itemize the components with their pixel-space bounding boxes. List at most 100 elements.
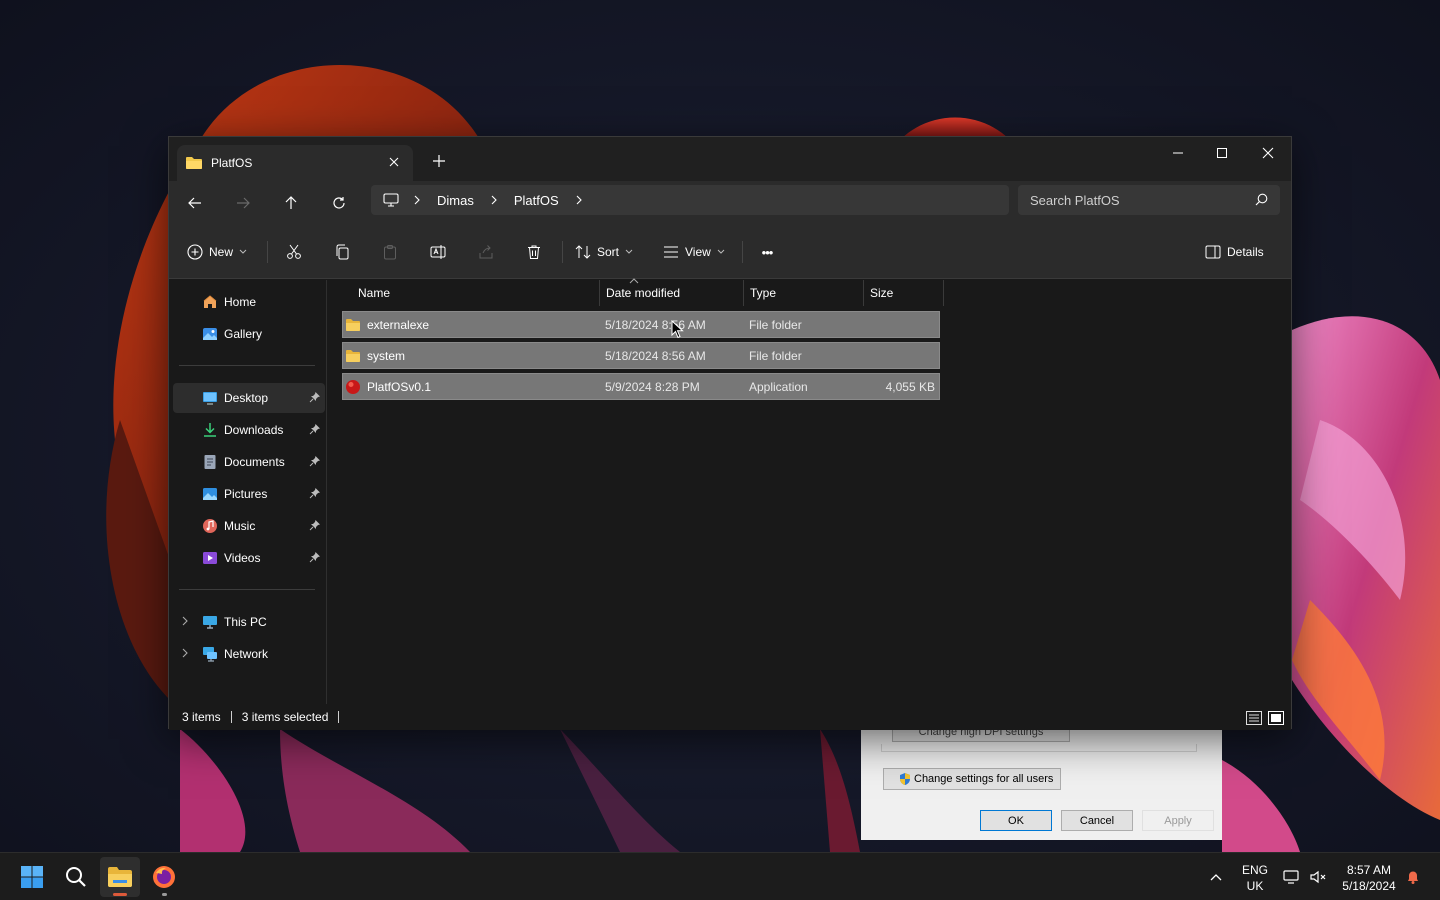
more-options-icon[interactable]: ••• (751, 237, 783, 267)
network-icon (202, 646, 218, 662)
sidebar-item-desktop[interactable]: Desktop (173, 383, 325, 413)
app-icon (346, 379, 360, 394)
status-bar: 3 items 3 items selected (169, 704, 1291, 730)
address-bar[interactable]: Dimas PlatfOS (371, 185, 1009, 215)
tab-title: PlatfOS (211, 156, 253, 170)
search-taskbar-button[interactable] (56, 857, 96, 897)
file-name: PlatfOSv0.1 (367, 379, 432, 394)
chevron-right-icon[interactable] (181, 648, 189, 658)
minimize-icon[interactable] (1155, 137, 1201, 169)
column-header-label: Date modified (606, 286, 681, 300)
volume-muted-icon[interactable] (1306, 857, 1330, 897)
document-icon (202, 454, 218, 470)
cut-icon[interactable] (278, 237, 310, 267)
show-hidden-icons-button[interactable] (1198, 857, 1234, 897)
rename-icon[interactable] (422, 237, 454, 267)
sidebar-item-documents[interactable]: Documents (173, 447, 325, 477)
new-tab-icon[interactable] (429, 151, 449, 171)
up-arrow-icon[interactable] (275, 189, 307, 217)
back-arrow-icon[interactable] (179, 189, 211, 217)
file-row[interactable]: externalexe 5/18/2024 8:56 AM File folde… (342, 311, 940, 338)
notification-bell-icon[interactable] (1400, 857, 1426, 897)
chevron-right-icon (576, 195, 582, 205)
sidebar-item-label: This PC (224, 615, 267, 629)
sidebar-item-videos[interactable]: Videos (173, 543, 325, 573)
start-button[interactable] (12, 857, 52, 897)
close-icon[interactable] (1245, 137, 1291, 169)
sort-button[interactable]: Sort (575, 237, 633, 267)
large-icons-view-icon[interactable] (1266, 709, 1286, 727)
column-header-date[interactable]: Date modified (600, 280, 744, 306)
change-settings-all-users-button[interactable]: Change settings for all users (883, 768, 1061, 790)
file-type: File folder (749, 348, 802, 363)
paste-icon[interactable] (374, 237, 406, 267)
folder-icon (186, 157, 202, 169)
delete-icon[interactable] (518, 237, 550, 267)
pin-icon[interactable] (309, 551, 321, 563)
column-header-size[interactable]: Size (864, 280, 944, 306)
file-type: File folder (749, 317, 802, 332)
chevron-down-icon (239, 249, 247, 254)
sidebar-item-this-pc[interactable]: This PC (173, 607, 325, 637)
pin-icon[interactable] (309, 423, 321, 435)
column-header-type[interactable]: Type (744, 280, 864, 306)
new-button[interactable]: New (187, 237, 247, 267)
copy-icon[interactable] (326, 237, 358, 267)
breadcrumb-dimas[interactable]: Dimas (437, 193, 474, 208)
tab-platfos[interactable]: PlatfOS (177, 145, 413, 181)
sidebar-item-downloads[interactable]: Downloads (173, 415, 325, 445)
sidebar-item-home[interactable]: Home (173, 287, 325, 317)
chevron-right-icon[interactable] (181, 616, 189, 626)
pin-icon[interactable] (309, 487, 321, 499)
search-box[interactable] (1018, 185, 1280, 215)
clock[interactable]: 8:57 AM 5/18/2024 (1336, 862, 1402, 894)
maximize-icon[interactable] (1199, 137, 1245, 169)
file-name-cell: PlatfOSv0.1 (345, 374, 431, 399)
music-icon (202, 518, 218, 534)
cancel-button[interactable]: Cancel (1061, 810, 1133, 831)
pin-icon[interactable] (309, 455, 321, 467)
apply-button[interactable]: Apply (1142, 810, 1214, 831)
sidebar-item-label: Documents (224, 455, 285, 469)
view-button[interactable]: View (663, 237, 725, 267)
file-row[interactable]: system 5/18/2024 8:56 AM File folder (342, 342, 940, 369)
sidebar-item-label: Pictures (224, 487, 268, 501)
search-icon[interactable] (1255, 193, 1268, 206)
refresh-icon[interactable] (323, 189, 355, 217)
firefox-taskbar-button[interactable] (144, 857, 184, 897)
language-code: ENG (1241, 863, 1268, 877)
sidebar-item-pictures[interactable]: Pictures (173, 479, 325, 509)
ok-button[interactable]: OK (980, 810, 1052, 831)
pictures-icon (202, 486, 218, 502)
chevron-down-icon (625, 249, 633, 254)
pin-icon[interactable] (309, 519, 321, 531)
forward-arrow-icon[interactable] (227, 189, 259, 217)
group-box (881, 744, 1197, 752)
sidebar-item-network[interactable]: Network (173, 639, 325, 669)
share-icon[interactable] (470, 237, 502, 267)
computer-icon (202, 614, 218, 630)
details-view-icon[interactable] (1244, 709, 1264, 727)
command-bar: New Sort View ••• Details (169, 225, 1291, 279)
file-explorer-taskbar-button[interactable] (100, 857, 140, 897)
file-explorer-icon (108, 867, 132, 887)
clock-date: 5/18/2024 (1342, 879, 1396, 893)
add-circle-icon (187, 244, 203, 260)
file-row[interactable]: PlatfOSv0.1 5/9/2024 8:28 PM Application… (342, 373, 940, 400)
pin-icon[interactable] (309, 391, 321, 403)
language-indicator[interactable]: ENG UK (1236, 862, 1274, 894)
sidebar-item-label: Gallery (224, 327, 263, 341)
sidebar-item-gallery[interactable]: Gallery (173, 319, 325, 349)
details-button[interactable]: Details (1205, 237, 1264, 267)
chevron-right-icon (414, 195, 420, 205)
view-label: View (685, 245, 711, 259)
status-divider (338, 711, 340, 723)
tab-close-icon[interactable] (385, 153, 403, 171)
search-input[interactable] (1030, 192, 1240, 208)
status-divider (230, 711, 232, 723)
breadcrumb-platfos[interactable]: PlatfOS (514, 193, 559, 208)
sidebar-item-label: Home (224, 295, 257, 309)
column-header-name[interactable]: Name (352, 280, 600, 306)
sidebar-item-music[interactable]: Music (173, 511, 325, 541)
network-status-icon[interactable] (1280, 857, 1304, 897)
